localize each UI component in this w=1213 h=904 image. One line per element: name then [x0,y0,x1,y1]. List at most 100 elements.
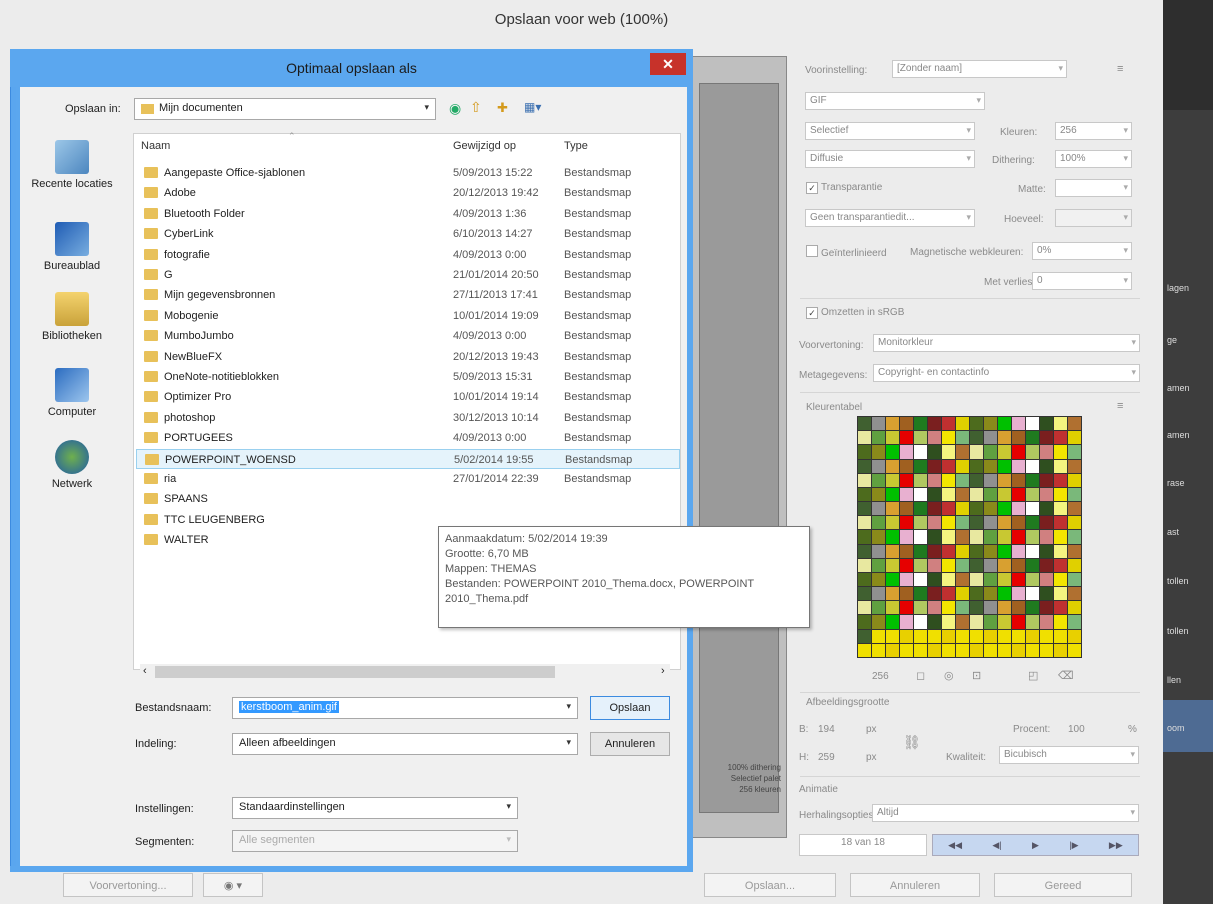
first-frame-icon[interactable]: ◀◀ [948,840,962,851]
color-swatch[interactable] [1040,643,1053,657]
file-row[interactable]: Aangepaste Office-sjablonen 5/09/2013 15:… [136,163,680,183]
color-swatch[interactable] [914,487,927,502]
color-swatch[interactable] [1068,459,1081,473]
color-swatch[interactable] [984,587,997,601]
color-swatch[interactable] [886,487,899,502]
color-swatch[interactable] [1068,502,1081,516]
color-swatch[interactable] [1012,558,1025,572]
color-swatch[interactable] [1040,558,1053,572]
color-swatch[interactable] [1012,516,1025,530]
quality-select[interactable]: Bicubisch ▾ [999,746,1139,764]
dither-algo-select[interactable]: Diffusie ▾ [805,150,975,168]
color-swatch[interactable] [858,417,871,431]
color-swatch[interactable] [900,487,913,502]
color-swatch[interactable] [1040,502,1053,516]
loop-select[interactable]: Altijd ▾ [872,804,1139,822]
color-swatch[interactable] [942,487,955,502]
color-swatch[interactable] [886,587,899,601]
strip-label[interactable]: tollen [1167,626,1189,636]
color-swatch[interactable] [900,558,913,572]
place-desktop[interactable]: Bureaublad [20,222,124,272]
color-swatch[interactable] [886,417,899,431]
color-table-menu-icon[interactable]: ≡ [1117,400,1123,412]
color-swatch[interactable] [1040,587,1053,601]
color-swatch[interactable] [1054,417,1067,431]
colors-select[interactable]: 256 ▾ [1055,122,1132,140]
strip-label[interactable]: rase [1167,478,1185,488]
color-swatch[interactable] [942,572,955,587]
color-swatch[interactable] [998,558,1011,572]
color-swatch[interactable] [956,572,969,587]
color-swatch[interactable] [942,417,955,431]
color-swatch[interactable] [928,459,941,473]
file-row[interactable]: photoshop 30/12/2013 10:14 Bestandsmap [136,408,680,428]
color-swatch[interactable] [914,587,927,601]
color-swatch[interactable] [998,502,1011,516]
color-swatch[interactable] [872,572,885,587]
color-swatch[interactable] [1054,544,1067,558]
transparency-dither-select[interactable]: Geen transparantiedit... ▾ [805,209,975,227]
color-swatch[interactable] [872,615,885,629]
color-swatch[interactable] [928,502,941,516]
color-swatch[interactable] [942,431,955,445]
color-swatch[interactable] [858,601,871,615]
color-swatch[interactable] [998,431,1011,445]
color-swatch[interactable] [970,459,983,473]
trash-icon[interactable]: ⌫ [1058,669,1074,682]
color-swatch[interactable] [998,516,1011,530]
preset-select[interactable]: [Zonder naam] ▾ [892,60,1067,78]
color-swatch[interactable] [914,473,927,487]
color-swatch[interactable] [886,516,899,530]
color-swatch[interactable] [1040,417,1053,431]
color-swatch[interactable] [1054,431,1067,445]
column-header-name[interactable]: Naam [141,140,170,152]
web-shift-icon[interactable]: ◎ [944,669,954,682]
color-swatch[interactable] [984,431,997,445]
color-swatch[interactable] [984,615,997,629]
color-swatch[interactable] [984,601,997,615]
color-swatch[interactable] [900,502,913,516]
color-swatch[interactable] [914,459,927,473]
color-swatch[interactable] [1054,643,1067,657]
color-swatch[interactable] [1040,530,1053,544]
color-swatch[interactable] [914,601,927,615]
color-swatch[interactable] [998,629,1011,643]
color-swatch[interactable] [956,601,969,615]
place-libraries[interactable]: Bibliotheken [20,292,124,342]
color-swatch[interactable] [858,530,871,544]
color-swatch[interactable] [858,445,871,459]
color-swatch[interactable] [956,544,969,558]
color-swatch[interactable] [886,459,899,473]
color-swatch[interactable] [942,629,955,643]
color-swatch[interactable] [914,516,927,530]
color-swatch[interactable] [956,530,969,544]
preview-select[interactable]: Monitorkleur ▾ [873,334,1140,352]
color-swatch[interactable] [886,473,899,487]
color-swatch[interactable] [984,629,997,643]
slices-select[interactable]: Alle segmenten ▾ [232,830,518,852]
color-swatch[interactable] [1012,445,1025,459]
color-swatch[interactable] [872,431,885,445]
close-icon[interactable]: ✕ [650,53,686,75]
color-swatch[interactable] [928,587,941,601]
color-swatch[interactable] [1026,502,1039,516]
color-swatch[interactable] [858,459,871,473]
place-computer[interactable]: Computer [20,368,124,418]
color-swatch[interactable] [928,530,941,544]
matte-select[interactable]: ▾ [1055,179,1132,197]
file-row[interactable]: G 21/01/2014 20:50 Bestandsmap [136,265,680,285]
color-swatch[interactable] [1040,431,1053,445]
color-swatch[interactable] [1054,516,1067,530]
color-swatch[interactable] [942,445,955,459]
color-swatch[interactable] [900,473,913,487]
color-swatch[interactable] [970,558,983,572]
color-swatch[interactable] [1012,459,1025,473]
file-row[interactable]: POWERPOINT_WOENSD 5/02/2014 19:55 Bestands… [136,448,680,469]
color-swatch[interactable] [970,615,983,629]
color-swatch[interactable] [1026,615,1039,629]
color-swatch[interactable] [956,558,969,572]
new-folder-icon[interactable]: ✚ [497,100,508,116]
color-swatch[interactable] [956,629,969,643]
color-swatch[interactable] [1054,530,1067,544]
format-select[interactable]: GIF ▾ [805,92,985,110]
